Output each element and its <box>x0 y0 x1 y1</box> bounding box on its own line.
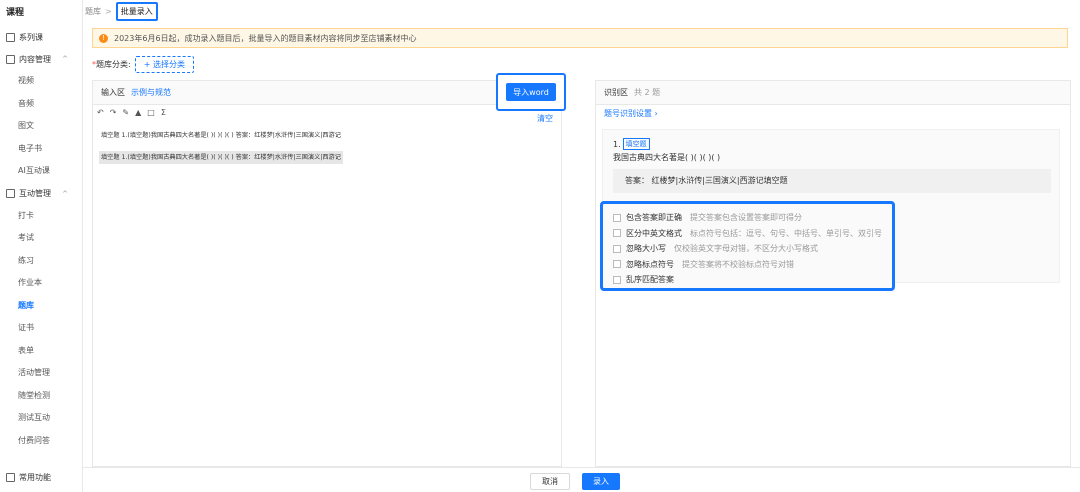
option-include-correct[interactable]: 包含答案即正确 提交答案包含设置答案即可得分 <box>613 210 892 226</box>
clear-format-icon[interactable]: ▲ <box>135 108 141 117</box>
notice-banner: ! 2023年6月6日起，成功录入题目后，批量导入的题目素材内容将同步至店铺素材… <box>92 28 1068 48</box>
checkbox[interactable] <box>613 260 621 269</box>
sidebar-item-homework[interactable]: 作业本 <box>0 272 82 295</box>
sidebar-group-label: 系列课 <box>19 32 43 42</box>
sidebar-item-certificate[interactable]: 证书 <box>0 317 82 340</box>
sidebar-item-activity[interactable]: 活动管理 <box>0 362 82 385</box>
import-word-button[interactable]: 导入word <box>506 83 556 101</box>
question-count: 共 2 题 <box>634 88 661 97</box>
warning-icon: ! <box>99 33 108 43</box>
breadcrumb: 题库 > 批量录入 <box>83 0 1080 22</box>
example-link[interactable]: 示例与规范 <box>131 87 171 98</box>
option-label: 包含答案即正确 <box>626 213 682 223</box>
formula-icon[interactable]: Σ <box>161 108 166 117</box>
editor-toolbar: ↶ ↷ ✎ ▲ □ Σ <box>93 105 561 119</box>
sidebar-common-functions[interactable]: 常用功能 <box>0 466 82 488</box>
question-answer: 答案： 红楼梦|水浒传|三国演义|西游记填空题 <box>613 169 1051 193</box>
sidebar-group-series[interactable]: 系列课 <box>0 26 82 48</box>
option-desc: 仅校验英文字母对错，不区分大小写格式 <box>674 244 818 254</box>
checkbox[interactable] <box>613 244 621 253</box>
interact-icon <box>6 189 15 198</box>
undo-icon[interactable]: ↶ <box>97 108 104 117</box>
question-title: 1. 填空题 <box>603 130 1059 150</box>
option-desc: 提交答案将不校验标点符号对错 <box>682 259 794 269</box>
question-text: 我国古典四大名著是( )( )( )( ) <box>613 153 721 162</box>
option-label: 乱序匹配答案 <box>626 275 674 285</box>
recognition-panel-title: 识别区 <box>604 88 628 97</box>
sidebar-item-audio[interactable]: 音频 <box>0 93 82 116</box>
recognition-panel-header: 识别区 共 2 题 <box>596 81 1070 105</box>
main-content: ! 2023年6月6日起，成功录入题目后，批量导入的题目素材内容将同步至店铺素材… <box>83 22 1080 467</box>
breadcrumb-root[interactable]: 题库 <box>85 6 101 17</box>
chevron-up-icon[interactable]: ^ <box>62 55 68 63</box>
sidebar-item-paid-qa[interactable]: 付费问答 <box>0 430 82 453</box>
sidebar-item-article[interactable]: 图文 <box>0 115 82 138</box>
sidebar-group-interact[interactable]: 互动管理 ^ <box>0 183 82 205</box>
sidebar-group-content[interactable]: 内容管理 ^ <box>0 48 82 70</box>
series-icon <box>6 32 15 42</box>
sidebar-group-label: 互动管理 <box>19 189 51 198</box>
sidebar-item-exam[interactable]: 考试 <box>0 227 82 250</box>
input-line[interactable]: 填空题 1.(填空题)我国古典四大名著是( )( )( )( ) 答案：红楼梦|… <box>93 129 561 142</box>
option-label: 忽略大小写 <box>626 244 666 254</box>
cancel-button[interactable]: 取消 <box>530 473 570 490</box>
checkbox[interactable] <box>613 213 621 222</box>
question-type-tag: 填空题 <box>622 138 650 150</box>
footer-bar: 取消 录入 <box>83 467 1080 492</box>
sidebar-item-quiz[interactable]: 随堂检测 <box>0 385 82 408</box>
redo-icon[interactable]: ↷ <box>110 108 117 117</box>
image-icon[interactable]: □ <box>147 108 155 117</box>
sidebar-item-question-bank[interactable]: 题库 <box>0 295 82 318</box>
question-number: 1. <box>613 139 621 149</box>
import-word-highlight: 导入word <box>496 73 566 111</box>
sidebar-item-ai-course[interactable]: AI互动课 <box>0 160 82 183</box>
sidebar-item-test-interact[interactable]: 测试互动 <box>0 407 82 430</box>
format-painter-icon[interactable]: ✎ <box>122 108 129 117</box>
input-line-selected[interactable]: 填空题 1.(填空题)我国古典四大名著是( )( )( )( ) 答案：红楼梦|… <box>99 151 343 164</box>
category-row: *题库分类: + 选择分类 <box>92 55 194 73</box>
option-distinguish-format[interactable]: 区分中英文格式 标点符号包括：逗号、句号、中括号、单引号、双引号 <box>613 226 892 242</box>
checkbox[interactable] <box>613 229 621 238</box>
content-icon <box>6 54 15 64</box>
option-desc: 提交答案包含设置答案即可得分 <box>690 213 802 223</box>
sidebar-item-checkin[interactable]: 打卡 <box>0 205 82 228</box>
sidebar-item-ebook[interactable]: 电子书 <box>0 138 82 161</box>
notice-text: 2023年6月6日起，成功录入题目后，批量导入的题目素材内容将同步至店铺素材中心 <box>114 33 417 43</box>
sidebar-item-form[interactable]: 表单 <box>0 340 82 363</box>
sidebar-group-label: 内容管理 <box>19 54 51 64</box>
option-label: 忽略标点符号 <box>626 259 674 269</box>
sidebar: 课程 系列课 内容管理 ^ 视频 音频 图文 电子书 AI互动课 互动管理 ^ … <box>0 0 83 492</box>
sidebar-item-video[interactable]: 视频 <box>0 70 82 93</box>
sidebar-title: 课程 <box>6 8 25 18</box>
clear-button[interactable]: 清空 <box>537 113 553 124</box>
sidebar-common-label: 常用功能 <box>19 472 51 482</box>
grid-icon <box>6 472 15 482</box>
number-recognition-settings-link[interactable]: 题号识别设置 › <box>596 105 1070 123</box>
breadcrumb-separator: > <box>105 6 112 16</box>
option-label: 区分中英文格式 <box>626 228 682 238</box>
category-label: *题库分类: <box>92 59 131 69</box>
checkbox[interactable] <box>613 275 621 284</box>
input-panel-title: 输入区 <box>101 88 125 97</box>
breadcrumb-current: 批量录入 <box>115 1 158 21</box>
option-ignore-punctuation[interactable]: 忽略标点符号 提交答案将不校验标点符号对错 <box>613 257 892 273</box>
option-desc: 标点符号包括：逗号、句号、中括号、单引号、双引号 <box>690 228 882 238</box>
input-panel: 输入区 示例与规范 导入word ↶ ↷ ✎ ▲ □ Σ 清空 填空题 1.(填… <box>92 73 566 467</box>
select-category-button[interactable]: + 选择分类 <box>134 55 194 73</box>
option-ignore-case[interactable]: 忽略大小写 仅校验英文字母对错，不区分大小写格式 <box>613 241 892 257</box>
sidebar-item-practice[interactable]: 练习 <box>0 250 82 273</box>
submit-button[interactable]: 录入 <box>582 473 620 490</box>
answer-options-highlight: 包含答案即正确 提交答案包含设置答案即可得分 区分中英文格式 标点符号包括：逗号… <box>600 201 895 291</box>
input-panel-header: 输入区 示例与规范 <box>93 81 561 105</box>
option-unordered-match[interactable]: 乱序匹配答案 <box>613 272 892 288</box>
chevron-up-icon[interactable]: ^ <box>62 190 68 198</box>
